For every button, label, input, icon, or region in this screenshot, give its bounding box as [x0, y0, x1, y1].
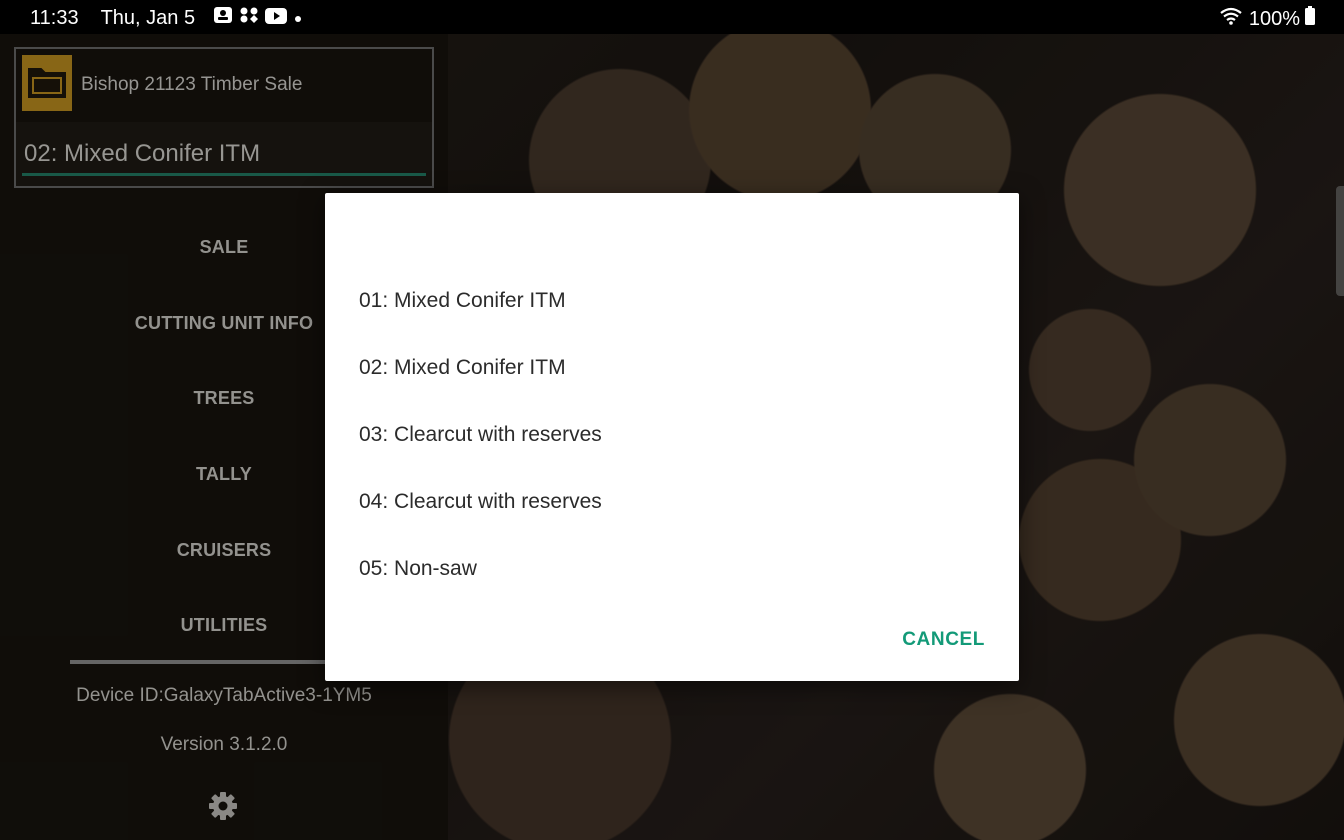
status-time: 11:33 — [30, 6, 79, 29]
screen: 11:33 Thu, Jan 5 100% Bishop 21123 Timbe… — [0, 0, 1344, 840]
apps-icon — [239, 6, 259, 30]
cancel-button[interactable]: CANCEL — [902, 629, 985, 651]
unit-option-01[interactable]: 01: Mixed Conifer ITM — [359, 286, 979, 316]
youtube-icon — [265, 7, 288, 30]
dot-icon — [293, 7, 303, 30]
unit-option-03[interactable]: 03: Clearcut with reserves — [359, 420, 979, 450]
unit-option-02[interactable]: 02: Mixed Conifer ITM — [359, 353, 979, 383]
status-right: 100% — [1219, 6, 1316, 32]
battery-percent: 100% — [1248, 7, 1300, 30]
unit-option-04[interactable]: 04: Clearcut with reserves — [359, 487, 979, 517]
unit-option-05[interactable]: 05: Non-saw — [359, 554, 979, 584]
cutting-unit-picker-dialog: 01: Mixed Conifer ITM 02: Mixed Conifer … — [325, 193, 1019, 681]
status-left: 11:33 Thu, Jan 5 — [30, 6, 303, 30]
status-bar: 11:33 Thu, Jan 5 100% — [0, 0, 1344, 34]
notification-app-icon — [213, 6, 233, 30]
battery-icon — [1304, 6, 1316, 32]
wifi-icon — [1219, 6, 1243, 32]
status-date: Thu, Jan 5 — [100, 6, 196, 29]
